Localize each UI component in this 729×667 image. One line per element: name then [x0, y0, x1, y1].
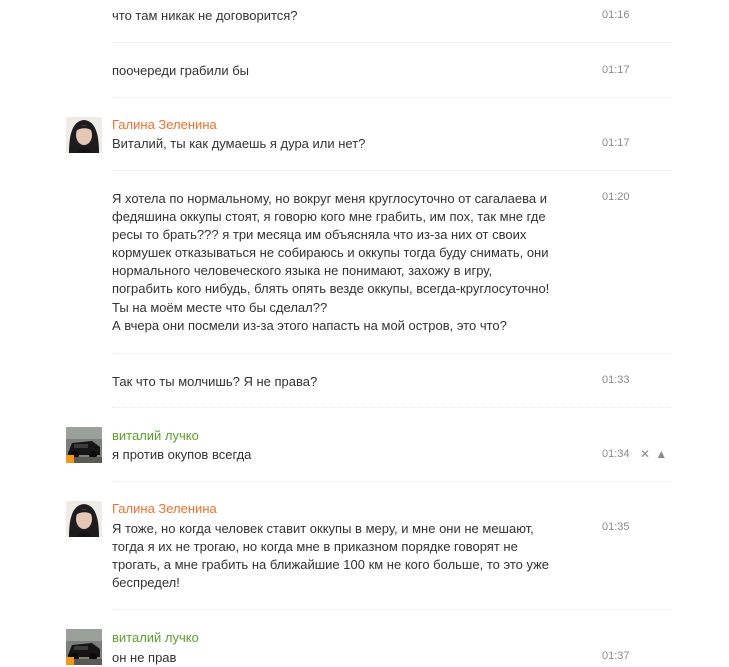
message-time: 01:35: [602, 521, 630, 533]
message-text-multiline: Я тоже, но когда человек ставит оккупы в…: [112, 520, 572, 592]
author-name-link[interactable]: виталий лучко: [112, 427, 199, 445]
chat-message-list: что там никак не договорится? 01:16 пооч…: [0, 0, 729, 667]
message-actions: ✕ ▲: [640, 447, 669, 461]
message-line: трогать, а мне грабить на ближайшие 100 …: [112, 557, 550, 573]
report-icon[interactable]: ▲: [655, 447, 667, 461]
message-line: беспредел!: [112, 575, 180, 591]
delete-icon[interactable]: ✕: [640, 447, 650, 461]
online-status-badge: [66, 657, 74, 665]
message-text-multiline: Я хотела по нормальному, но вокруг меня …: [112, 190, 572, 335]
message-time: 01:17: [602, 64, 630, 76]
author-name-link[interactable]: Галина Зеленина: [112, 500, 217, 518]
message-time: 01:37: [602, 650, 630, 662]
message-separator: [112, 97, 672, 99]
user-photo-icon: [66, 501, 102, 537]
online-status-badge: [66, 455, 74, 463]
message-separator: [112, 170, 672, 172]
message-separator: [112, 481, 672, 483]
message-text: он не прав: [112, 650, 177, 665]
message-text: я против окупов всегда: [112, 447, 252, 462]
message-line: А вчера они посмели из-за этого напасть …: [112, 317, 507, 333]
message-separator: [112, 353, 672, 355]
message-line: Я тоже, но когда человек ставит оккупы в…: [112, 521, 534, 536]
author-name-link[interactable]: виталий лучко: [112, 629, 199, 647]
message-line: ресы то брать??? я три месяца им объясня…: [112, 227, 527, 243]
avatar-galina[interactable]: [66, 501, 102, 537]
message-line: кормушек отказываться не собираюсь и окк…: [112, 245, 549, 261]
message-text: Виталий, ты как думаешь я дура или нет?: [112, 136, 366, 151]
avatar-galina[interactable]: [66, 117, 102, 153]
message-line: тогда я их не трогаю, но когда мне в при…: [112, 539, 518, 555]
message-separator: [112, 42, 672, 44]
user-photo-icon: [66, 117, 102, 153]
author-name-link[interactable]: Галина Зеленина: [112, 116, 217, 134]
message-time: 01:33: [602, 374, 630, 386]
message-time: 01:34: [602, 448, 630, 460]
message-line: Я хотела по нормальному, но вокруг меня …: [112, 191, 547, 206]
message-separator: [112, 407, 672, 409]
message-text: поочереди грабили бы: [112, 63, 250, 78]
message-time: 01:16: [602, 9, 630, 21]
message-line: пограбить кого нибудь, блять опять везде…: [112, 281, 550, 297]
message-line: федяшина оккупы стоят, я говорю кого мне…: [112, 209, 546, 225]
message-text: что там никак не договорится?: [112, 8, 298, 23]
message-line: нормального человеческого языка не поним…: [112, 263, 493, 279]
message-line: Ты на моём месте что бы сделал??: [112, 299, 328, 315]
message-text: Так что ты молчишь? Я не права?: [112, 374, 318, 389]
message-time: 01:17: [602, 137, 630, 149]
message-time: 01:20: [602, 191, 630, 203]
message-separator: [112, 609, 672, 611]
